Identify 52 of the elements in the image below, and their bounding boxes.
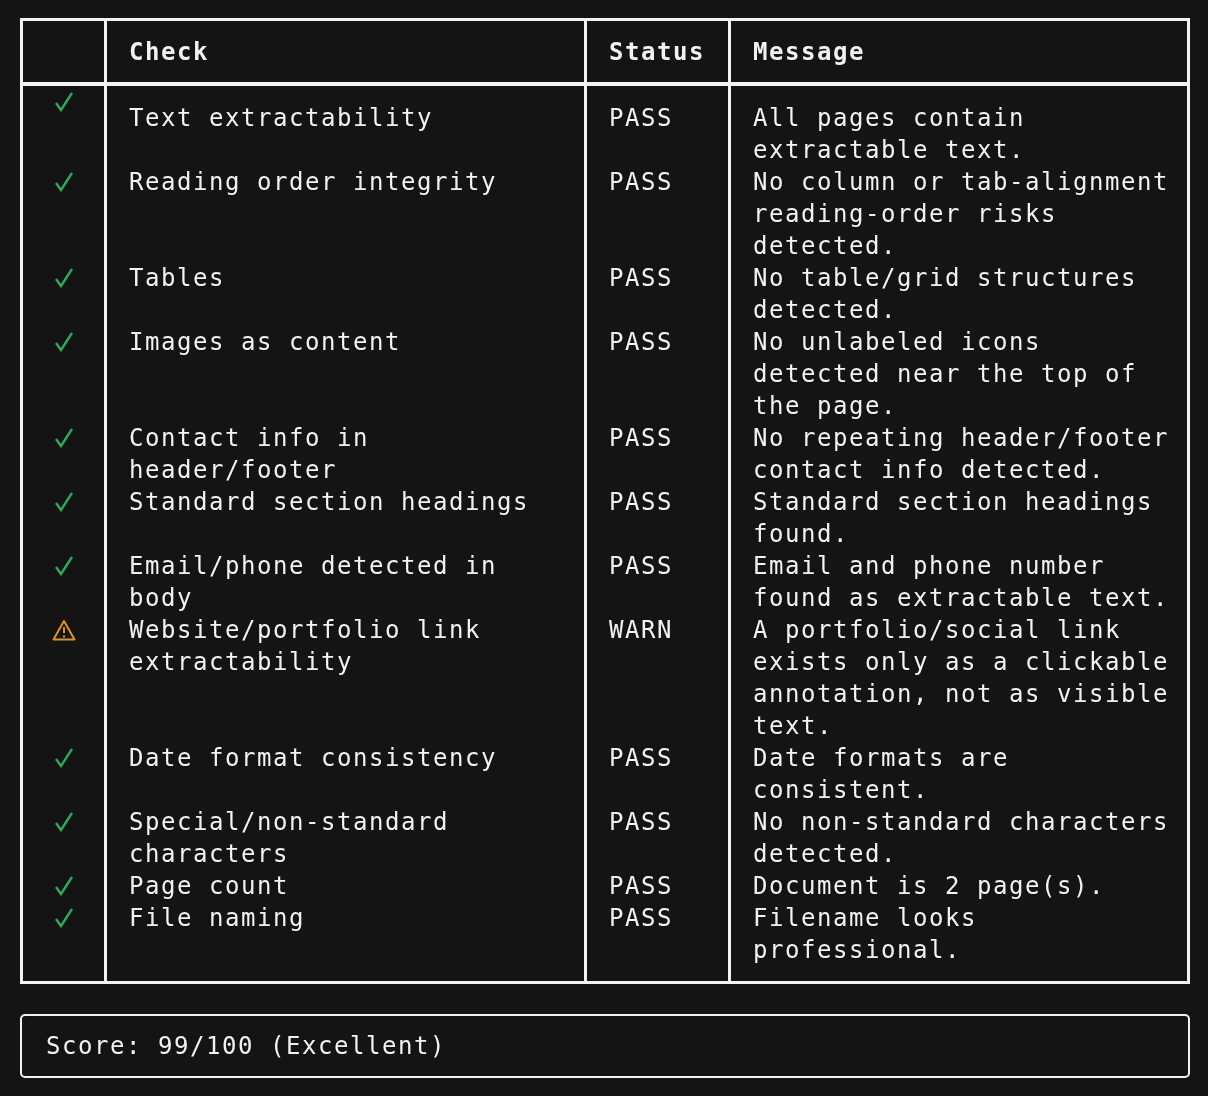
column-header: Check: [129, 36, 209, 68]
check-name: Standard section headings: [129, 487, 530, 518]
status-text: PASS: [609, 487, 674, 518]
message-text: A portfolio/social link exists only as a clickable annotation, not as visible text.: [753, 615, 1170, 742]
message-text: Email and phone number found as extractable text.: [753, 551, 1170, 614]
column-header: Status: [609, 36, 705, 68]
check-icon: [53, 811, 74, 833]
warning-icon: [51, 619, 76, 641]
check-icon: [53, 491, 74, 513]
status-text: PASS: [609, 263, 674, 294]
check-name: Reading order integrity: [129, 167, 498, 198]
check-icon: [53, 907, 74, 929]
check-name: File naming: [129, 903, 306, 934]
check-name: Page count: [129, 871, 290, 902]
message-text: No repeating header/footer contact info detected.: [753, 423, 1170, 486]
status-text: PASS: [609, 903, 674, 934]
message-text: Date formats are consistent.: [753, 743, 1010, 806]
check-icon: [53, 331, 74, 353]
status-text: PASS: [609, 167, 674, 198]
status-text: PASS: [609, 103, 674, 134]
status-text: PASS: [609, 743, 674, 774]
column-header: Message: [753, 36, 865, 68]
status-text: PASS: [609, 327, 674, 358]
check-name: Images as content: [129, 327, 402, 358]
check-name: Tables: [129, 263, 226, 294]
message-text: No non-standard characters detected.: [753, 807, 1170, 870]
check-name: Contact info in header/footer: [129, 423, 370, 486]
check-name: Email/phone detected in body: [129, 551, 498, 614]
check-icon: [53, 875, 74, 897]
check-icon: [53, 267, 74, 289]
check-icon: [53, 555, 74, 577]
message-text: Standard section headings found.: [753, 487, 1154, 550]
message-text: All pages contain extractable text.: [753, 103, 1026, 166]
check-icon: [53, 427, 74, 449]
status-text: PASS: [609, 871, 674, 902]
status-text: PASS: [609, 551, 674, 582]
check-icon: [53, 91, 74, 113]
check-icon: [53, 747, 74, 769]
status-text: WARN: [609, 615, 674, 646]
score-text: Score: 99/100 (Excellent): [46, 1032, 446, 1060]
check-name: Text extractability: [129, 103, 434, 134]
message-text: Document is 2 page(s).: [753, 871, 1106, 902]
check-name: Date format consistency: [129, 743, 498, 774]
message-text: No table/grid structures detected.: [753, 263, 1138, 326]
check-icon: [53, 171, 74, 193]
message-text: No column or tab-alignment reading-order risks detected.: [753, 167, 1170, 262]
message-text: Filename looks professional.: [753, 903, 978, 966]
status-text: PASS: [609, 423, 674, 454]
status-text: PASS: [609, 807, 674, 838]
message-text: No unlabeled icons detected near the top of the page.: [753, 327, 1138, 422]
check-name: Special/non-standard characters: [129, 807, 450, 870]
check-name: Website/portfolio link extractability: [129, 615, 482, 678]
